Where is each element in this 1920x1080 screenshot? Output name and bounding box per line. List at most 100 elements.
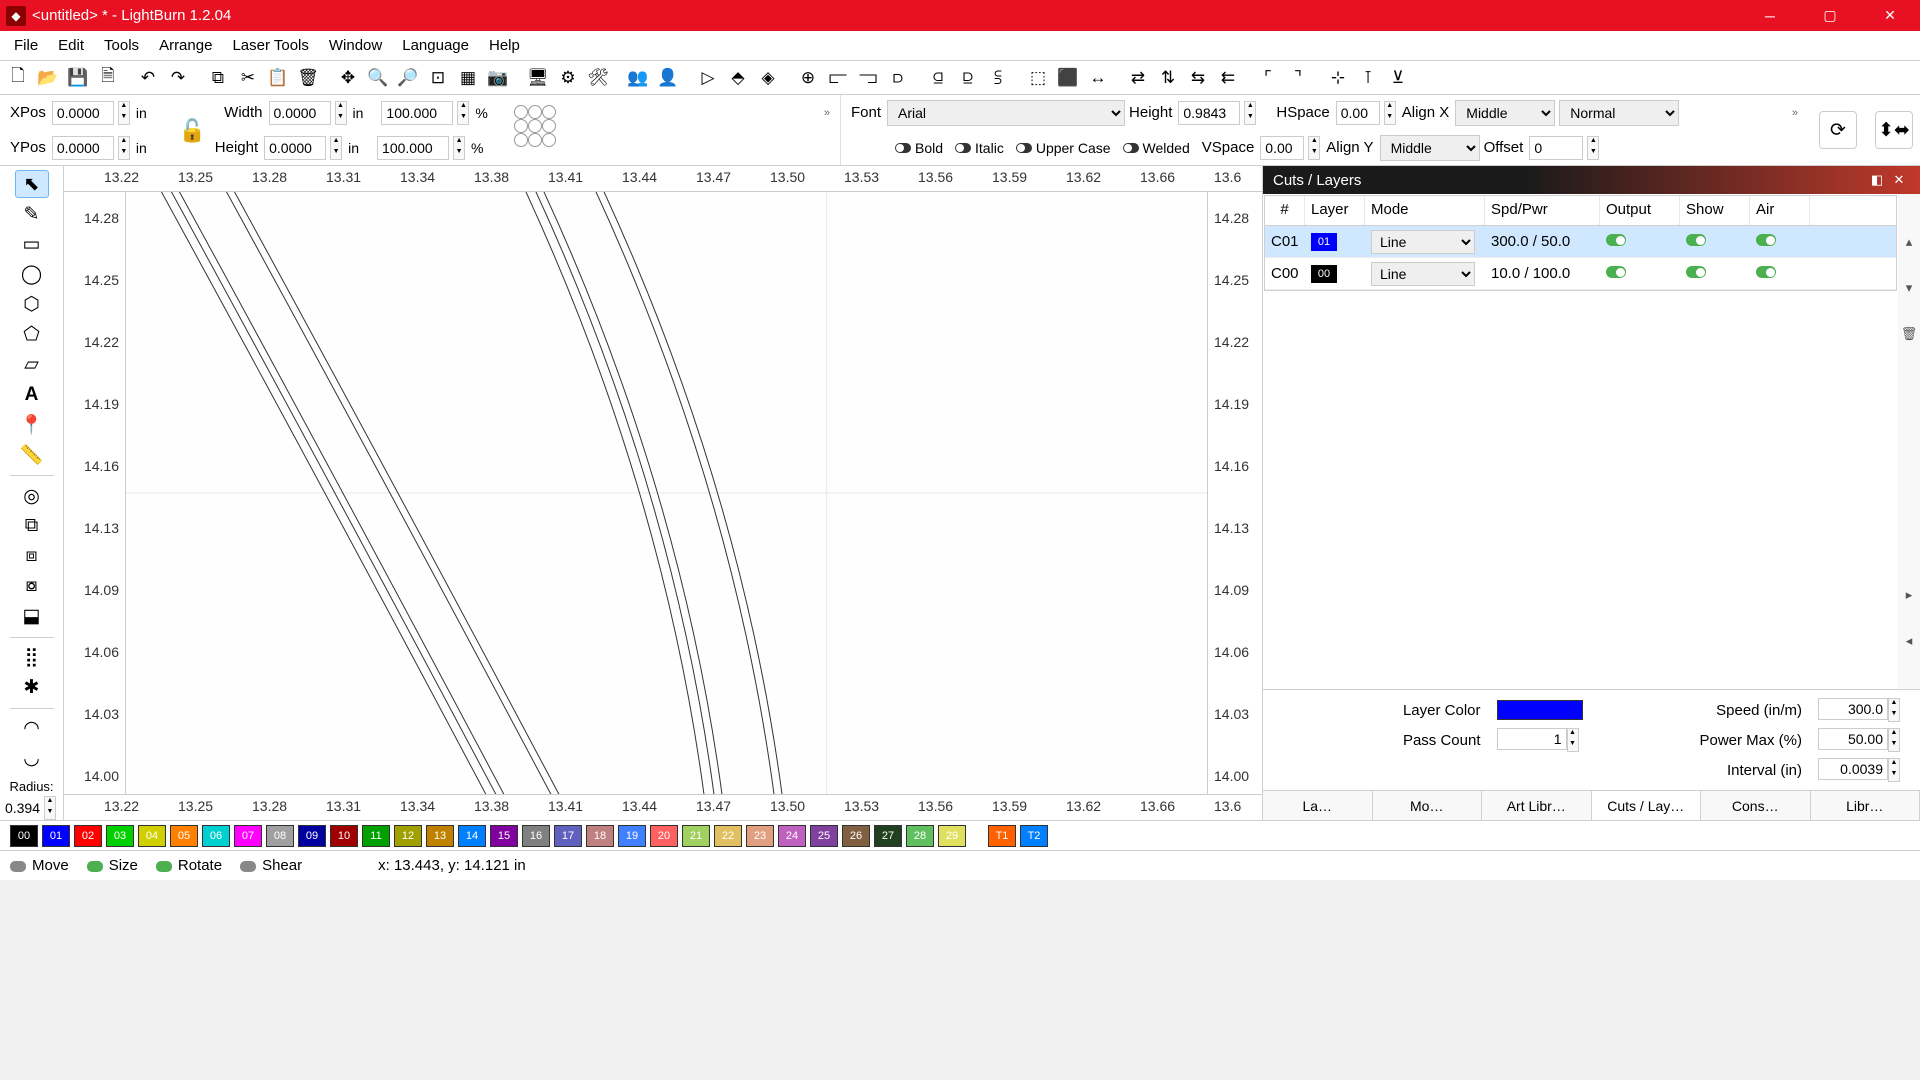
pass-input[interactable]: [1497, 728, 1567, 750]
height-input[interactable]: [264, 136, 326, 160]
show-toggle[interactable]: [1686, 266, 1706, 278]
palette-swatch[interactable]: 19: [618, 825, 646, 847]
col-spdpwr[interactable]: Spd/Pwr: [1485, 196, 1600, 225]
width-input[interactable]: [269, 101, 331, 125]
settings-icon[interactable]: ⚙: [554, 64, 582, 92]
palette-swatch[interactable]: 25: [810, 825, 838, 847]
paste-icon[interactable]: 📋: [264, 64, 292, 92]
palette-swatch[interactable]: 06: [202, 825, 230, 847]
zoom-fit-icon[interactable]: ⊡: [424, 64, 452, 92]
vspace-input[interactable]: [1260, 136, 1304, 160]
new-icon[interactable]: 🗋: [4, 64, 32, 92]
group-icon[interactable]: 👥: [624, 64, 652, 92]
col-number[interactable]: #: [1265, 196, 1305, 225]
boolean-3-tool-icon[interactable]: ⧇: [15, 572, 49, 600]
palette-swatch[interactable]: 00: [10, 825, 38, 847]
palette-swatch[interactable]: 09: [298, 825, 326, 847]
redo-icon[interactable]: ↷: [164, 64, 192, 92]
align-center-icon[interactable]: ⊕: [794, 64, 822, 92]
palette-swatch[interactable]: 13: [426, 825, 454, 847]
palette-swatch[interactable]: 22: [714, 825, 742, 847]
delete-icon[interactable]: 🗑: [294, 64, 322, 92]
corner-tr-icon[interactable]: ⌝: [1284, 64, 1312, 92]
boolean-2-tool-icon[interactable]: ⧈: [15, 542, 49, 570]
output-toggle[interactable]: [1606, 234, 1626, 246]
cut-icon[interactable]: ✂: [234, 64, 262, 92]
palette-swatch[interactable]: 07: [234, 825, 262, 847]
cuts-close-icon[interactable]: ✕: [1888, 172, 1910, 188]
maximize-button[interactable]: ▢: [1800, 0, 1860, 31]
text-height-stepper[interactable]: ▲▼: [1244, 101, 1256, 125]
zoom-in-icon[interactable]: 🔍: [364, 64, 392, 92]
tab-art-library[interactable]: Art Libr…: [1482, 791, 1592, 820]
measure-tool-icon[interactable]: 📏: [15, 441, 49, 469]
preview-icon[interactable]: ▷: [694, 64, 722, 92]
font-select[interactable]: Arial: [887, 100, 1125, 126]
palette-swatch[interactable]: 15: [490, 825, 518, 847]
offset-stepper[interactable]: ▲▼: [1587, 136, 1599, 160]
xpos-input[interactable]: [52, 101, 114, 125]
palette-swatch[interactable]: 28: [906, 825, 934, 847]
bold-toggle[interactable]: Bold: [895, 140, 943, 156]
palette-swatch[interactable]: 27: [874, 825, 902, 847]
corner-tl-icon[interactable]: ⌜: [1254, 64, 1282, 92]
height-stepper[interactable]: ▲▼: [330, 136, 342, 160]
palette-swatch[interactable]: 14: [458, 825, 486, 847]
cuts-dock-icon[interactable]: ◧: [1866, 172, 1888, 188]
frame-icon[interactable]: ▦: [454, 64, 482, 92]
mirror-v-icon[interactable]: ◈: [754, 64, 782, 92]
align-top-icon[interactable]: ⫑: [924, 64, 952, 92]
export-icon[interactable]: 🗎: [94, 64, 122, 92]
width-stepper[interactable]: ▲▼: [335, 101, 347, 125]
menu-language[interactable]: Language: [392, 33, 479, 58]
air-toggle[interactable]: [1756, 234, 1776, 246]
select-tool-icon[interactable]: ⬉: [15, 170, 49, 198]
layer-right-icon[interactable]: ▸: [1906, 587, 1913, 603]
palette-swatch[interactable]: 12: [394, 825, 422, 847]
palette-swatch[interactable]: 08: [266, 825, 294, 847]
snap-1-icon[interactable]: ⊹: [1324, 64, 1352, 92]
palette-swatch[interactable]: 24: [778, 825, 806, 847]
tab-cuts-layers[interactable]: Cuts / Lay…: [1592, 791, 1702, 820]
cuts-header[interactable]: Cuts / Layers ◧ ✕: [1263, 166, 1920, 194]
make-same-w-icon[interactable]: ↔: [1084, 64, 1112, 92]
mode-select[interactable]: Line: [1371, 230, 1475, 254]
undo-icon[interactable]: ↶: [134, 64, 162, 92]
speed-input[interactable]: [1818, 698, 1888, 720]
move-to-3-icon[interactable]: ⇆: [1184, 64, 1212, 92]
pan-icon[interactable]: ✥: [334, 64, 362, 92]
hspace-input[interactable]: [1336, 101, 1380, 125]
rectangle-tool-icon[interactable]: ▭: [15, 230, 49, 258]
interval-input[interactable]: [1818, 758, 1888, 780]
monitor-icon[interactable]: 🖥: [524, 64, 552, 92]
refresh-icon[interactable]: ⟳: [1819, 111, 1857, 149]
menu-arrange[interactable]: Arrange: [149, 33, 222, 58]
align-right-icon[interactable]: ⫐: [884, 64, 912, 92]
palette-swatch[interactable]: 01: [42, 825, 70, 847]
vspace-stepper[interactable]: ▲▼: [1308, 136, 1320, 160]
pass-stepper[interactable]: ▲▼: [1567, 728, 1579, 752]
xpos-stepper[interactable]: ▲▼: [118, 101, 130, 125]
ypos-stepper[interactable]: ▲▼: [118, 136, 130, 160]
alignx-select[interactable]: Middle: [1455, 100, 1555, 126]
ellipse-tool-icon[interactable]: ◯: [15, 260, 49, 288]
layer-down-icon[interactable]: ▾: [1906, 280, 1913, 296]
col-show[interactable]: Show: [1680, 196, 1750, 225]
air-toggle[interactable]: [1756, 266, 1776, 278]
snap-2-icon[interactable]: ⊺: [1354, 64, 1382, 92]
move-to-4-icon[interactable]: ⇇: [1214, 64, 1242, 92]
palette-swatch[interactable]: 11: [362, 825, 390, 847]
tab-console[interactable]: Cons…: [1701, 791, 1811, 820]
aligny-select[interactable]: Middle: [1380, 135, 1480, 161]
text-tool-icon[interactable]: A: [15, 381, 49, 409]
output-toggle[interactable]: [1606, 266, 1626, 278]
menu-window[interactable]: Window: [319, 33, 392, 58]
boolean-1-tool-icon[interactable]: ⧉: [15, 512, 49, 540]
welded-toggle[interactable]: Welded: [1123, 140, 1190, 156]
warp2-tool-icon[interactable]: ◡: [15, 745, 49, 773]
interval-stepper[interactable]: ▲▼: [1888, 758, 1900, 782]
palette-swatch[interactable]: 03: [106, 825, 134, 847]
palette-swatch[interactable]: 02: [74, 825, 102, 847]
camera-icon[interactable]: 📷: [484, 64, 512, 92]
snap-3-icon[interactable]: ⊻: [1384, 64, 1412, 92]
